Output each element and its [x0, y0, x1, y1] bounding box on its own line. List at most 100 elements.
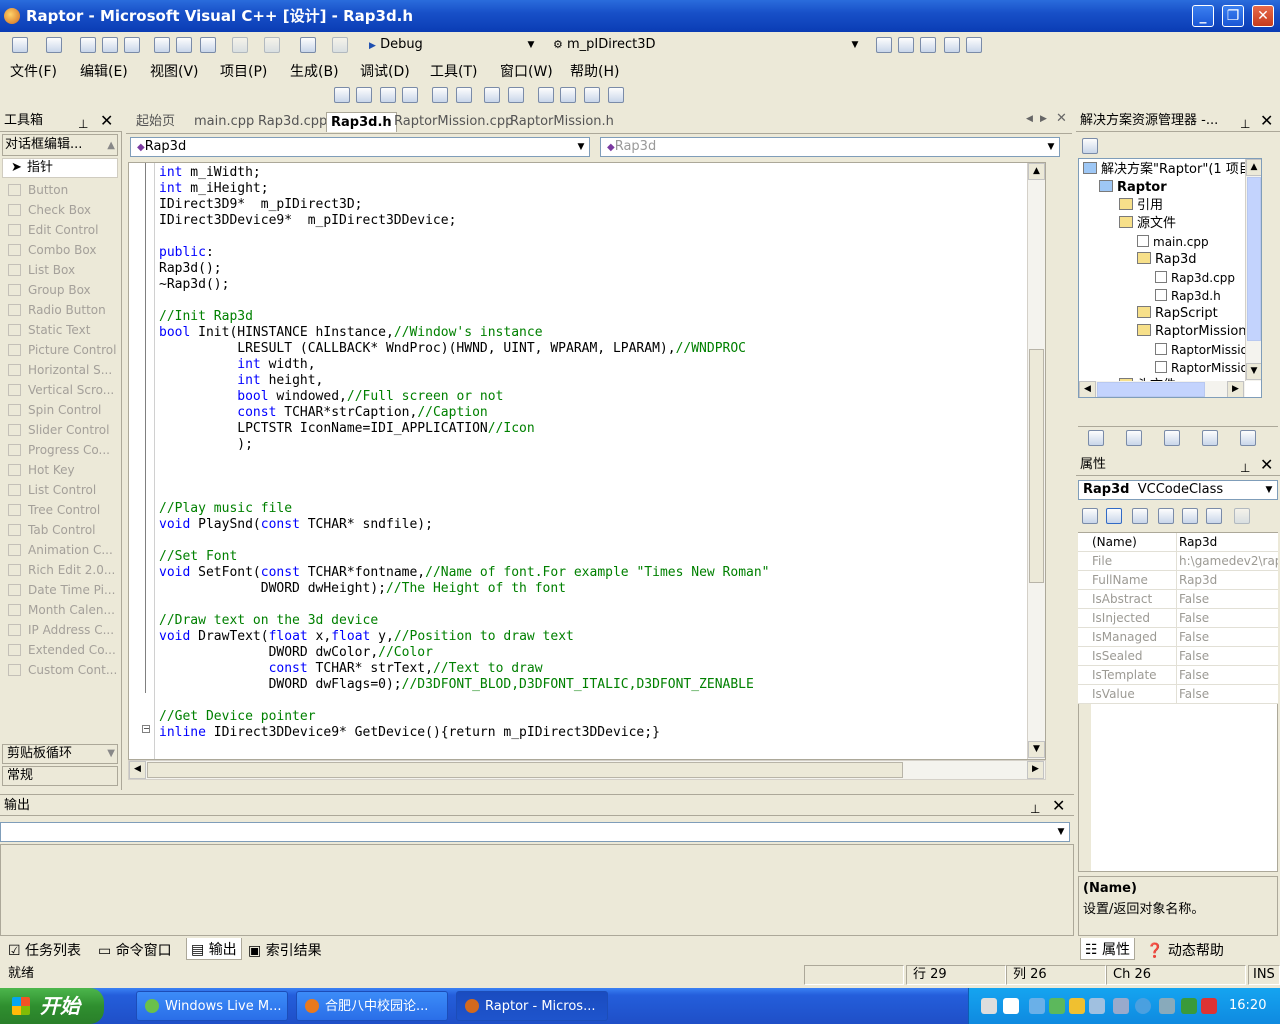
- toolbox-item[interactable]: Tree Control: [8, 500, 100, 520]
- property-row[interactable]: File h:\gamedev2\rap: [1078, 552, 1278, 571]
- toolbox-item[interactable]: Edit Control: [8, 220, 98, 240]
- messages-icon[interactable]: [1182, 508, 1198, 524]
- close-document-icon[interactable]: ✕: [1056, 111, 1067, 126]
- close-icon[interactable]: ✕: [100, 110, 113, 132]
- class-view-tab-icon[interactable]: [1126, 430, 1142, 446]
- help-icon[interactable]: [1003, 998, 1019, 1014]
- tab-start-page[interactable]: 起始页: [136, 112, 175, 132]
- tab-main-cpp[interactable]: main.cpp: [194, 112, 254, 132]
- navigate-icon[interactable]: [300, 37, 316, 53]
- solution-tab-icon[interactable]: [1088, 430, 1104, 446]
- property-row[interactable]: IsInjected False: [1078, 609, 1278, 628]
- tree-vertical-scrollbar[interactable]: ▲ ▼: [1245, 159, 1261, 381]
- tree-node[interactable]: RaptorMission: [1155, 341, 1256, 359]
- scroll-right-icon[interactable]: ▶: [1227, 381, 1244, 397]
- output-source-combo[interactable]: ▼: [0, 822, 1070, 842]
- bookmark-icon[interactable]: [538, 87, 554, 103]
- close-icon[interactable]: ✕: [1260, 454, 1273, 476]
- toolbox-item[interactable]: Check Box: [8, 200, 91, 220]
- redo-icon[interactable]: [264, 37, 280, 53]
- toolbox-item[interactable]: Radio Button: [8, 300, 106, 320]
- toolbox-item[interactable]: Spin Control: [8, 400, 101, 420]
- toolbox-pointer[interactable]: ➤ 指针: [2, 158, 118, 178]
- toolbox-item[interactable]: Tab Control: [8, 520, 96, 540]
- toolbox-item[interactable]: Button: [8, 180, 68, 200]
- menu-project[interactable]: 项目(P): [220, 61, 267, 81]
- scroll-up-icon[interactable]: ▲: [1028, 163, 1045, 180]
- copy-icon[interactable]: [176, 37, 192, 53]
- alphabetical-icon[interactable]: [1106, 508, 1122, 524]
- arrow-icon[interactable]: [1029, 998, 1045, 1014]
- paste-icon[interactable]: [200, 37, 216, 53]
- toolbox-item[interactable]: Month Calen...: [8, 600, 115, 620]
- pin-icon[interactable]: ⊥: [78, 113, 88, 135]
- tree-node[interactable]: Rap3d.cpp: [1155, 269, 1235, 287]
- task-windows-live[interactable]: Windows Live M...: [136, 991, 288, 1021]
- scroll-thumb[interactable]: [1029, 349, 1044, 583]
- comment-icon[interactable]: [484, 87, 500, 103]
- hscroll-thumb[interactable]: [147, 762, 903, 778]
- find-combo[interactable]: ⚙ m_pIDirect3D ▼: [546, 35, 864, 55]
- property-row[interactable]: IsValue False: [1078, 685, 1278, 704]
- outdent-icon[interactable]: [432, 87, 448, 103]
- categorized-icon[interactable]: [1082, 508, 1098, 524]
- tab-raptormission-cpp[interactable]: RaptorMission.cpp: [394, 112, 513, 132]
- cut-icon[interactable]: [154, 37, 170, 53]
- shield-icon[interactable]: [1201, 998, 1217, 1014]
- member-list-icon[interactable]: [380, 87, 396, 103]
- task-browser[interactable]: 合肥八中校园论...: [296, 991, 448, 1021]
- property-row[interactable]: IsManaged False: [1078, 628, 1278, 647]
- class-view-icon[interactable]: [356, 87, 372, 103]
- class-combo[interactable]: ◆Rap3d ▼: [130, 137, 590, 157]
- member-combo[interactable]: ◆Rap3d ▼: [600, 137, 1060, 157]
- property-value[interactable]: False: [1176, 609, 1278, 628]
- toolbox-item[interactable]: Group Box: [8, 280, 91, 300]
- toolbox-item[interactable]: List Box: [8, 260, 75, 280]
- tab-scroll-right-icon[interactable]: ▶: [1040, 114, 1047, 124]
- toolbox-item[interactable]: Animation C...: [8, 540, 113, 560]
- tools-icon[interactable]: [944, 37, 960, 53]
- property-value[interactable]: False: [1176, 666, 1278, 685]
- resource-view-tab-icon[interactable]: [1164, 430, 1180, 446]
- code-editor[interactable]: − int m_iWidth; int m_iHeight; IDirect3D9*…: [128, 162, 1046, 760]
- find-icon[interactable]: [332, 37, 348, 53]
- clear-bookmarks-icon[interactable]: [608, 87, 624, 103]
- properties-view-icon[interactable]: [1132, 508, 1148, 524]
- toolbox-section-general[interactable]: 常规: [2, 766, 118, 786]
- toolbox-section-clipboard[interactable]: 剪贴板循环 ▼: [2, 744, 118, 764]
- toolbox-item[interactable]: Date Time Pi...: [8, 580, 115, 600]
- close-button[interactable]: ✕: [1252, 5, 1274, 27]
- property-row[interactable]: FullName Rap3d: [1078, 571, 1278, 590]
- format-icon[interactable]: [334, 87, 350, 103]
- options-icon[interactable]: [966, 37, 982, 53]
- task-raptor[interactable]: Raptor - Micros...: [456, 991, 608, 1021]
- tree-horizontal-scrollbar[interactable]: ◀ ▶: [1079, 381, 1245, 397]
- property-pages-icon[interactable]: [1234, 508, 1250, 524]
- menu-help[interactable]: 帮助(H): [570, 61, 619, 81]
- menu-view[interactable]: 视图(V): [150, 61, 199, 81]
- output-text[interactable]: [0, 844, 1074, 936]
- contents-tab-icon[interactable]: [1202, 430, 1218, 446]
- hscroll-thumb[interactable]: [1097, 382, 1205, 397]
- scroll-up-icon[interactable]: ▲: [107, 136, 115, 156]
- toolbox-item[interactable]: IP Address C...: [8, 620, 114, 640]
- collapse-icon[interactable]: −: [142, 725, 150, 733]
- tab-dynamic-help[interactable]: ❓ 动态帮助: [1146, 940, 1224, 960]
- toolbox-item[interactable]: Picture Control: [8, 340, 116, 360]
- scroll-right-icon[interactable]: ▶: [1027, 761, 1044, 779]
- tab-output[interactable]: ▤ 输出: [186, 938, 242, 960]
- toolbox-item[interactable]: Custom Cont...: [8, 660, 117, 680]
- scroll-left-icon[interactable]: ◀: [129, 761, 146, 779]
- messenger-icon[interactable]: [1049, 998, 1065, 1014]
- scroll-down-icon[interactable]: ▼: [1028, 741, 1045, 758]
- umbrella-icon[interactable]: [1181, 998, 1197, 1014]
- tab-rap3d-cpp[interactable]: Rap3d.cpp: [258, 112, 327, 132]
- globe-icon[interactable]: [1135, 998, 1151, 1014]
- keyboard-icon[interactable]: [981, 998, 997, 1014]
- scroll-thumb[interactable]: [1247, 177, 1261, 341]
- pin-icon[interactable]: ⊥: [1240, 113, 1250, 135]
- tab-scroll-left-icon[interactable]: ◀: [1026, 114, 1033, 124]
- tab-rap3d-h[interactable]: Rap3d.h: [326, 112, 397, 132]
- code-vertical-scrollbar[interactable]: ▲ ▼: [1027, 163, 1045, 759]
- prev-bookmark-icon[interactable]: [584, 87, 600, 103]
